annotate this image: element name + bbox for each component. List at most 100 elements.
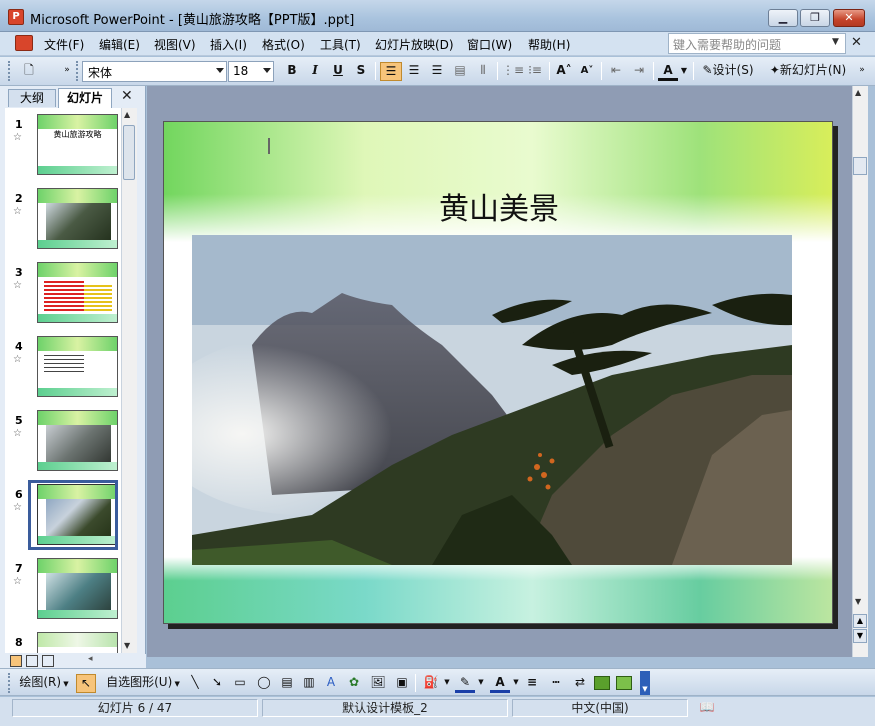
dash-style-icon[interactable]: ┅ (546, 674, 566, 693)
huangshan-photo[interactable] (192, 235, 792, 565)
tab-slides[interactable]: 幻灯片 (58, 88, 112, 108)
help-search-input[interactable]: 键入需要帮助的问题 (668, 33, 846, 54)
next-slide-icon[interactable]: ▼ (853, 629, 867, 643)
select-objects-icon[interactable]: ↖ (76, 674, 96, 693)
menu-format[interactable]: 格式(O) (262, 36, 305, 53)
new-slide-label: 新幻灯片(N) (779, 63, 847, 77)
scroll-up-icon[interactable]: ▲ (124, 110, 130, 119)
distribute-button[interactable]: ⫴ (473, 62, 493, 81)
font-size-select[interactable]: 18 (228, 61, 274, 82)
slide-scroll-thumb[interactable] (853, 157, 867, 175)
font-color-icon[interactable]: A (490, 674, 510, 693)
font-color-dropdown-icon[interactable]: ▼ (679, 62, 689, 81)
fill-color-icon[interactable]: ⛽ (420, 674, 442, 693)
scroll-down-icon[interactable]: ▼ (124, 641, 130, 650)
clipart-icon[interactable]: 🖼 (368, 674, 388, 693)
bold-button[interactable]: B (282, 62, 302, 81)
align-left-button[interactable]: ☰ (380, 62, 402, 81)
scroll-down-icon[interactable]: ▼ (855, 597, 861, 606)
close-button[interactable]: ✕ (833, 9, 865, 27)
new-slide-button[interactable]: ✦新幻灯片(N) (763, 62, 853, 81)
chevron-down-icon[interactable]: ▼ (512, 674, 520, 693)
oval-icon[interactable]: ◯ (254, 674, 274, 693)
menu-file[interactable]: 文件(F) (44, 36, 84, 53)
underline-button[interactable]: U (328, 62, 348, 81)
autoshapes-button[interactable]: 自选图形(U) ▼ (104, 674, 182, 693)
align-center-button[interactable]: ☰ (404, 62, 424, 81)
panel-scroll-thumb[interactable] (123, 125, 135, 180)
slideshow-view-icon[interactable] (42, 655, 54, 667)
menu-slideshow[interactable]: 幻灯片放映(D) (375, 36, 454, 53)
toolbar-grip[interactable] (76, 61, 79, 81)
diagram-icon[interactable]: ✿ (344, 674, 364, 693)
toolbar-options-icon[interactable]: » (62, 62, 72, 81)
scroll-up-icon[interactable]: ▲ (855, 88, 861, 97)
shadow-style-icon[interactable] (594, 676, 610, 690)
line-color-icon[interactable]: ✎ (455, 674, 475, 693)
arrow-style-icon[interactable]: ⇄ (570, 674, 590, 693)
line-style-icon[interactable]: ≡ (522, 674, 542, 693)
font-color-button[interactable]: A (658, 62, 678, 81)
previous-slide-icon[interactable]: ▲ (853, 614, 867, 628)
shrink-font-button[interactable]: A˅ (577, 62, 597, 81)
help-close-icon[interactable]: ✕ (851, 35, 862, 50)
menu-window[interactable]: 窗口(W) (467, 36, 512, 53)
slide-title[interactable]: 黄山美景 (164, 184, 832, 228)
powerpoint-app-icon[interactable]: P (8, 9, 24, 25)
thumb-picture (46, 203, 111, 243)
current-slide[interactable]: 黄山美景 (163, 121, 833, 624)
spelling-check-icon[interactable]: 📖 (692, 699, 722, 717)
align-right-button[interactable]: ☰ (427, 62, 447, 81)
font-name-select[interactable]: 宋体 (82, 61, 227, 82)
menu-help[interactable]: 帮助(H) (528, 36, 570, 53)
normal-view-icon[interactable] (10, 655, 22, 667)
menu-insert[interactable]: 插入(I) (210, 36, 247, 53)
shadow-button[interactable]: S (351, 62, 371, 81)
slide-sorter-icon[interactable] (26, 655, 38, 667)
toolbar-options-icon[interactable]: ▼ (640, 671, 650, 695)
restore-button[interactable]: ❐ (800, 9, 830, 27)
vertical-textbox-icon[interactable]: ▥ (300, 674, 318, 693)
grow-font-button[interactable]: A˄ (554, 62, 574, 81)
slide-thumbnail-3[interactable] (37, 262, 118, 323)
toolbar-grip[interactable] (8, 673, 11, 693)
panel-close-icon[interactable]: ✕ (121, 88, 133, 104)
slide-thumbnail-7[interactable] (37, 558, 118, 619)
toolbar-grip[interactable] (8, 61, 11, 81)
3d-style-icon[interactable] (616, 676, 632, 690)
slide-thumbnail-4[interactable] (37, 336, 118, 397)
toolbar-options-icon[interactable]: » (856, 62, 868, 81)
justify-button[interactable]: ▤ (450, 62, 470, 81)
chevron-down-icon[interactable]: ▼ (443, 674, 451, 693)
line-icon[interactable]: ╲ (186, 674, 204, 693)
slide-thumbnail-8[interactable] (37, 632, 118, 653)
thumb-header (38, 115, 117, 129)
slide-thumbnail-5[interactable] (37, 410, 118, 471)
document-icon[interactable] (15, 35, 33, 51)
increase-indent-icon[interactable]: ⇥ (629, 62, 649, 81)
menu-view[interactable]: 视图(V) (154, 36, 196, 53)
new-document-icon[interactable]: 🗋 (18, 62, 40, 81)
scroll-left-icon[interactable]: ◂ (88, 654, 93, 664)
decrease-indent-icon[interactable]: ⇤ (606, 62, 626, 81)
arrow-icon[interactable]: ➘ (208, 674, 226, 693)
menu-tools[interactable]: 工具(T) (320, 36, 361, 53)
italic-button[interactable]: I (305, 62, 325, 81)
help-dropdown-icon[interactable]: ▼ (832, 37, 839, 47)
design-button[interactable]: ✎设计(S) (698, 62, 758, 81)
numbering-icon[interactable]: ⋮≡ (502, 62, 524, 81)
bullets-icon[interactable]: ⁝≡ (525, 62, 545, 81)
textbox-icon[interactable]: ▤ (278, 674, 296, 693)
picture-icon[interactable]: ▣ (392, 674, 412, 693)
rectangle-icon[interactable]: ▭ (230, 674, 250, 693)
panel-scrollbar[interactable] (121, 108, 137, 653)
status-design-template[interactable]: 默认设计模板_2 (262, 699, 508, 717)
wordart-icon[interactable]: A (322, 674, 340, 693)
minimize-button[interactable]: ▁ (768, 9, 798, 27)
draw-menu-button[interactable]: 绘图(R) ▼ (16, 674, 72, 693)
tab-outline[interactable]: 大纲 (8, 89, 56, 107)
slide-thumbnail-1[interactable]: 黄山旅游攻略 (37, 114, 118, 175)
menu-edit[interactable]: 编辑(E) (99, 36, 140, 53)
chevron-down-icon[interactable]: ▼ (477, 674, 485, 693)
slide-thumbnail-2[interactable] (37, 188, 118, 249)
